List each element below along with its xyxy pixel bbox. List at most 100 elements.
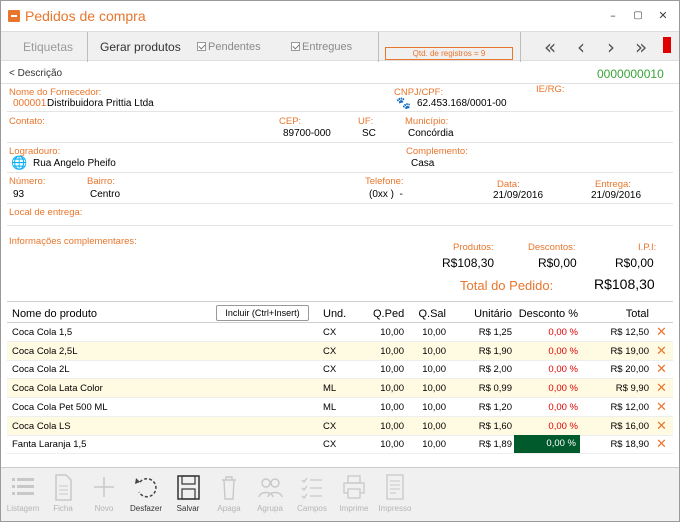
cell-nome[interactable]: Coca Cola Pet 500 ML [12, 402, 108, 413]
cell-total[interactable]: R$ 12,50 [597, 327, 649, 338]
bairro-value[interactable]: Centro [90, 189, 120, 200]
cell-total[interactable]: R$ 9,90 [597, 383, 649, 394]
table-row[interactable]: Coca Cola Pet 500 ML ML 10,00 10,00 R$ 1,20 R… [7, 398, 673, 417]
data-value[interactable]: 21/09/2016 [493, 190, 543, 201]
col-qped-header[interactable]: Q.Ped [373, 308, 404, 320]
cell-qsal[interactable]: 10,00 [406, 327, 446, 338]
fornecedor-name[interactable]: Distribuidora Prittia Ltda [47, 98, 154, 109]
desfazer-button[interactable]: Desfazer [128, 472, 164, 520]
cell-desconto[interactable]: 0,00 % [518, 421, 578, 432]
cell-qped[interactable]: 10,00 [363, 346, 404, 357]
cell-desconto[interactable]: 0,00 % [518, 402, 578, 413]
cep-value[interactable]: 89700-000 [283, 128, 331, 139]
table-row[interactable]: Coca Cola LS CX 10,00 10,00 R$ 1,60 R$ 16,00 0… [7, 416, 673, 436]
table-row[interactable]: Coca Cola 1,5 CX 10,00 10,00 R$ 1,25 R$ 12,50… [7, 323, 673, 342]
table-row[interactable]: Coca Cola 2,5L CX 10,00 10,00 R$ 1,90 R$ 19,0… [7, 341, 673, 361]
cell-qsal[interactable]: 10,00 [406, 383, 446, 394]
cell-qped[interactable]: 10,00 [363, 421, 404, 432]
cell-qped[interactable]: 10,00 [363, 364, 404, 375]
minimize-button[interactable]: – [603, 7, 623, 25]
col-nome-header[interactable]: Nome do produto [12, 308, 97, 320]
cell-total[interactable]: R$ 12,00 [597, 402, 649, 413]
table-row[interactable]: Coca Cola Lata Color ML 10,00 10,00 R$ 0,99 R… [7, 379, 673, 399]
last-record-icon[interactable]: » [635, 35, 647, 59]
agrupa-button[interactable]: Agrupa [252, 472, 288, 520]
cell-unitario[interactable]: R$ 1,60 [462, 421, 512, 432]
col-qsal-header[interactable]: Q.Sal [417, 308, 446, 320]
cell-qsal[interactable]: 10,00 [406, 421, 446, 432]
cell-und[interactable]: CX [323, 364, 336, 375]
col-desconto-header[interactable]: Desconto % [518, 308, 578, 320]
cell-und[interactable]: ML [323, 383, 336, 394]
close-button[interactable]: ✕ [653, 7, 673, 25]
cell-und[interactable]: CX [323, 327, 336, 338]
cell-unitario[interactable]: R$ 1,89 [462, 439, 512, 450]
cell-unitario[interactable]: R$ 1,90 [462, 346, 512, 357]
cell-qsal[interactable]: 10,00 [406, 439, 446, 450]
fornecedor-code[interactable]: 000001 [13, 98, 46, 109]
campos-button[interactable]: Campos [294, 472, 330, 520]
maximize-button[interactable]: ▢ [628, 7, 648, 25]
cell-total[interactable]: R$ 20,00 [597, 364, 649, 375]
delete-row-icon[interactable]: ✕ [656, 342, 667, 359]
table-row[interactable]: Coca Cola 2L CX 10,00 10,00 R$ 2,00 R$ 20,00 0… [7, 360, 673, 380]
delete-row-icon[interactable]: ✕ [656, 360, 667, 377]
apaga-button[interactable]: Apaga [211, 472, 247, 520]
previous-record-icon[interactable]: ‹ [577, 35, 585, 59]
delete-row-icon[interactable]: ✕ [656, 435, 667, 452]
entregues-checkbox[interactable]: Entregues [291, 41, 352, 53]
pendentes-checkbox[interactable]: Pendentes [197, 41, 261, 53]
cell-total[interactable]: R$ 19,00 [597, 346, 649, 357]
cell-qped[interactable]: 10,00 [363, 402, 404, 413]
cell-qsal[interactable]: 10,00 [406, 402, 446, 413]
cell-total[interactable]: R$ 16,00 [597, 421, 649, 432]
cell-und[interactable]: CX [323, 439, 336, 450]
listagem-button[interactable]: Listagem [5, 472, 41, 520]
novo-button[interactable]: Novo [86, 472, 122, 520]
cell-unitario[interactable]: R$ 1,25 [462, 327, 512, 338]
cnpj-value[interactable]: 62.453.168/0001-00 [417, 98, 507, 109]
incluir-button[interactable]: Incluir (Ctrl+Insert) [216, 305, 309, 321]
cell-qped[interactable]: 10,00 [363, 327, 404, 338]
entrega-value[interactable]: 21/09/2016 [591, 190, 641, 201]
cell-unitario[interactable]: R$ 2,00 [462, 364, 512, 375]
cell-qsal[interactable]: 10,00 [406, 364, 446, 375]
numero-value[interactable]: 93 [13, 189, 24, 200]
cell-nome[interactable]: Fanta Laranja 1,5 [12, 439, 86, 450]
next-record-icon[interactable]: › [607, 35, 615, 59]
cell-und[interactable]: ML [323, 402, 336, 413]
delete-row-icon[interactable]: ✕ [656, 398, 667, 415]
cell-nome[interactable]: Coca Cola 2,5L [12, 346, 77, 357]
table-row[interactable]: Fanta Laranja 1,5 CX 10,00 10,00 R$ 1,89 R$ 1… [7, 435, 673, 455]
telefone-value[interactable]: (0xx ) - [369, 189, 403, 200]
delete-row-icon[interactable]: ✕ [656, 323, 667, 340]
salvar-button[interactable]: Salvar [170, 472, 206, 520]
cell-nome[interactable]: Coca Cola Lata Color [12, 383, 103, 394]
cell-qped[interactable]: 10,00 [363, 439, 404, 450]
first-record-icon[interactable]: « [544, 35, 556, 59]
impresso-button[interactable]: Impresso [377, 472, 413, 520]
uf-value[interactable]: SC [362, 128, 376, 139]
cell-nome[interactable]: Coca Cola 2L [12, 364, 70, 375]
imprime-button[interactable]: Imprime [336, 472, 372, 520]
ficha-button[interactable]: Ficha [45, 472, 81, 520]
col-unitario-header[interactable]: Unitário [467, 308, 512, 320]
cell-desconto[interactable]: 0,00 % [518, 364, 578, 375]
cell-unitario[interactable]: R$ 1,20 [462, 402, 512, 413]
cell-und[interactable]: CX [323, 346, 336, 357]
cell-und[interactable]: CX [323, 421, 336, 432]
cell-desconto[interactable]: 0,00 % [518, 383, 578, 394]
complemento-value[interactable]: Casa [411, 158, 434, 169]
col-und-header[interactable]: Und. [323, 308, 346, 320]
cell-desconto[interactable]: 0,00 % [514, 435, 580, 454]
cell-nome[interactable]: Coca Cola LS [12, 421, 71, 432]
cell-total[interactable]: R$ 18,90 [597, 439, 649, 450]
delete-row-icon[interactable]: ✕ [656, 417, 667, 434]
delete-row-icon[interactable]: ✕ [656, 379, 667, 396]
municipio-value[interactable]: Concórdia [408, 128, 454, 139]
cell-qsal[interactable]: 10,00 [406, 346, 446, 357]
logradouro-value[interactable]: Rua Angelo Pheifo [33, 158, 116, 169]
gerar-produtos-button[interactable]: Gerar produtos [100, 40, 181, 54]
description-back-link[interactable]: < Descrição [9, 68, 62, 79]
cell-qped[interactable]: 10,00 [363, 383, 404, 394]
